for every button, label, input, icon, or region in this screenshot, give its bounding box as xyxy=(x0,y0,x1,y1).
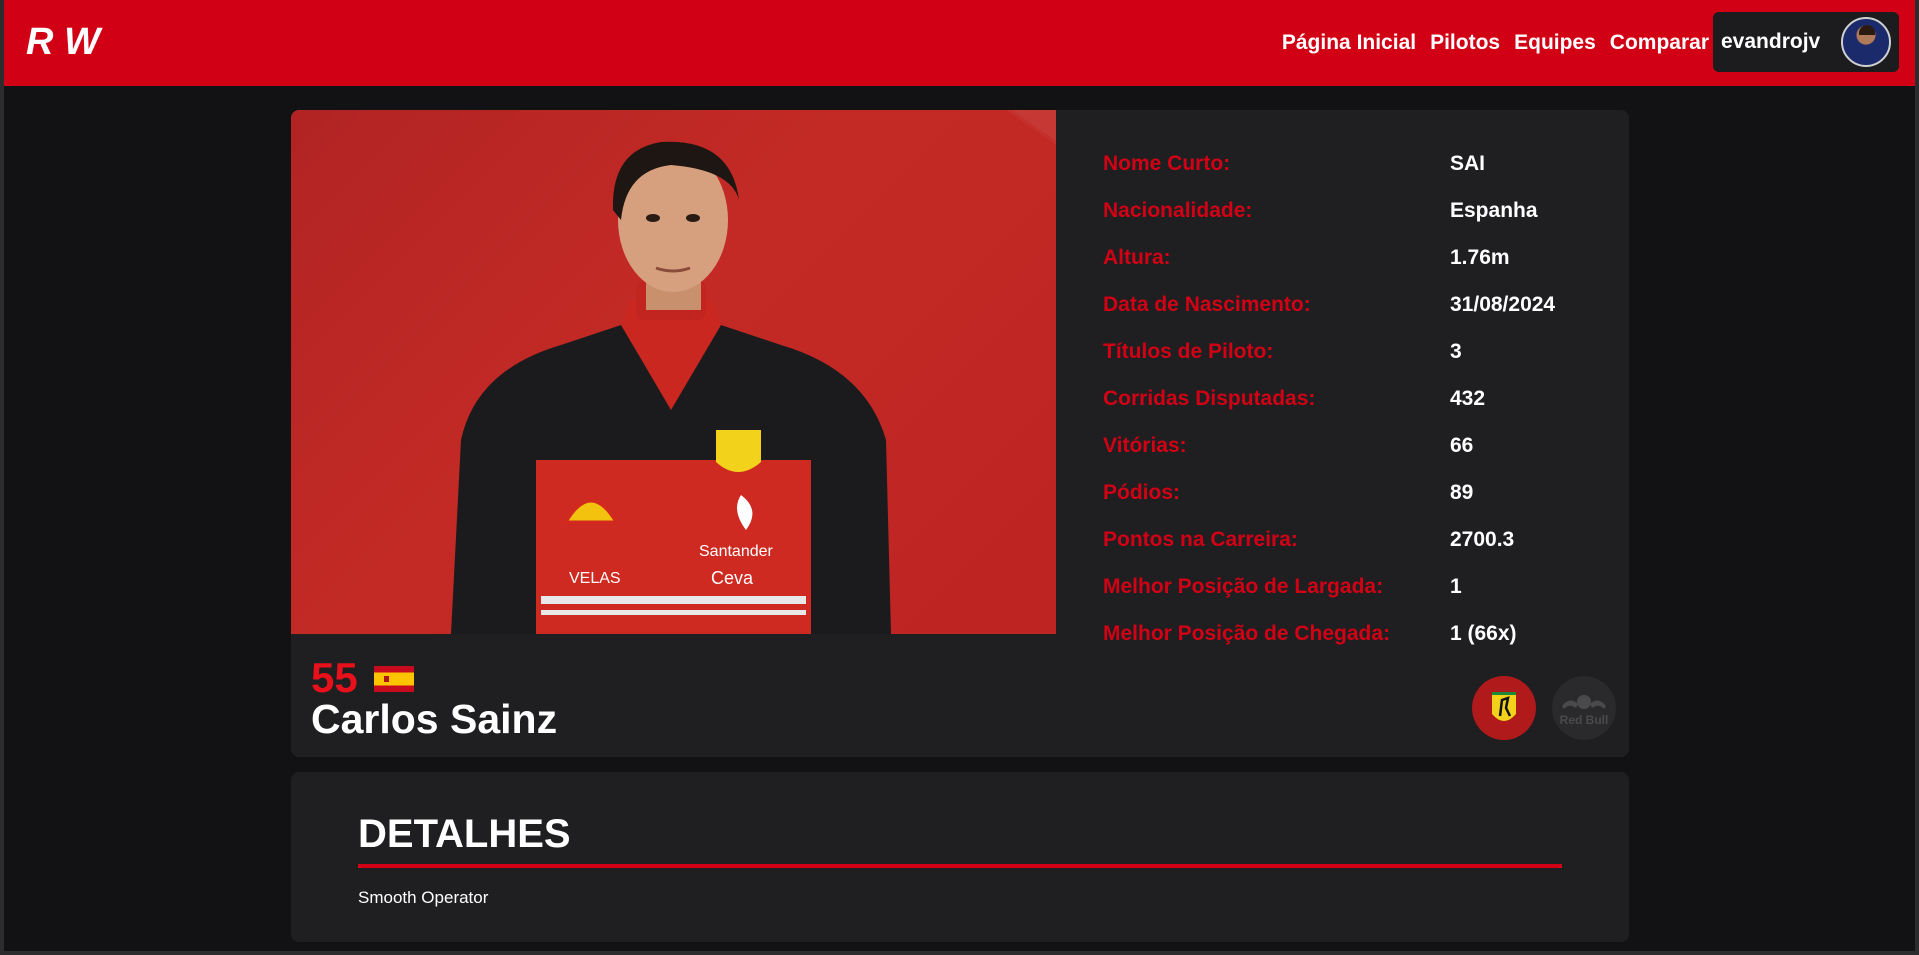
user-menu[interactable]: evandrojv xyxy=(1713,12,1899,72)
avatar xyxy=(1841,17,1891,67)
svg-text:Ceva: Ceva xyxy=(711,568,754,588)
driver-number: 55 xyxy=(311,654,358,701)
svg-text:Santander: Santander xyxy=(699,543,774,560)
team-redbull-button[interactable]: Red Bull xyxy=(1552,676,1616,740)
stat-races: Corridas Disputadas: 432 xyxy=(1103,386,1486,410)
driver-photo: Santander VELAS Ceva xyxy=(291,110,1056,634)
stat-best-grid: Melhor Posição de Largada: 1 xyxy=(1103,574,1462,598)
rw-logo-icon: RW xyxy=(26,21,103,63)
nav-home[interactable]: Página Inicial xyxy=(1282,31,1416,55)
driver-stats: Nome Curto: SAI Nacionalidade: Espanha Alt… xyxy=(1103,140,1555,657)
details-title: DETALHES xyxy=(358,812,571,856)
driver-name: Carlos Sainz xyxy=(311,696,558,742)
svg-text:Red Bull: Red Bull xyxy=(1560,713,1609,727)
stat-career-points: Pontos na Carreira: 2700.3 xyxy=(1103,527,1515,551)
svg-text:VELAS: VELAS xyxy=(569,570,621,587)
stat-birth-date: Data de Nascimento: 31/08/2024 xyxy=(1103,292,1556,316)
team-ferrari-button[interactable] xyxy=(1472,676,1536,740)
top-navbar: RW Página Inicial Pilotos Equipes Compar… xyxy=(4,0,1915,86)
redbull-logo-icon: Red Bull xyxy=(1560,695,1609,727)
stat-podiums: Pódios: 89 xyxy=(1103,480,1474,504)
stat-nationality: Nacionalidade: Espanha xyxy=(1103,198,1538,222)
stat-best-finish: Melhor Posição de Chegada: 1 (66x) xyxy=(1103,621,1517,645)
stat-titles: Títulos de Piloto: 3 xyxy=(1103,339,1462,363)
driver-portrait-image: Santander VELAS Ceva xyxy=(451,141,891,634)
svg-text:RW: RW xyxy=(26,21,103,62)
spain-flag-icon xyxy=(374,666,414,692)
details-card: DETALHES Smooth Operator xyxy=(291,772,1629,942)
nav-teams[interactable]: Equipes xyxy=(1514,31,1596,55)
stat-wins: Vitórias: 66 xyxy=(1103,433,1474,457)
driver-card: Santander VELAS Ceva Nome Curto: SAI Naci… xyxy=(291,110,1629,757)
nav-compare[interactable]: Comparar xyxy=(1610,31,1709,55)
nav-drivers[interactable]: Pilotos xyxy=(1430,31,1500,55)
details-divider xyxy=(358,864,1562,868)
ferrari-logo-icon xyxy=(1492,692,1516,721)
stat-height: Altura: 1.76m xyxy=(1103,245,1510,269)
username: evandrojv xyxy=(1721,30,1821,53)
details-text: Smooth Operator xyxy=(358,888,489,907)
logo[interactable]: RW xyxy=(24,20,104,63)
main-nav: Página Inicial Pilotos Equipes Comparar xyxy=(1282,0,1709,86)
stat-short-name: Nome Curto: SAI xyxy=(1103,151,1486,175)
